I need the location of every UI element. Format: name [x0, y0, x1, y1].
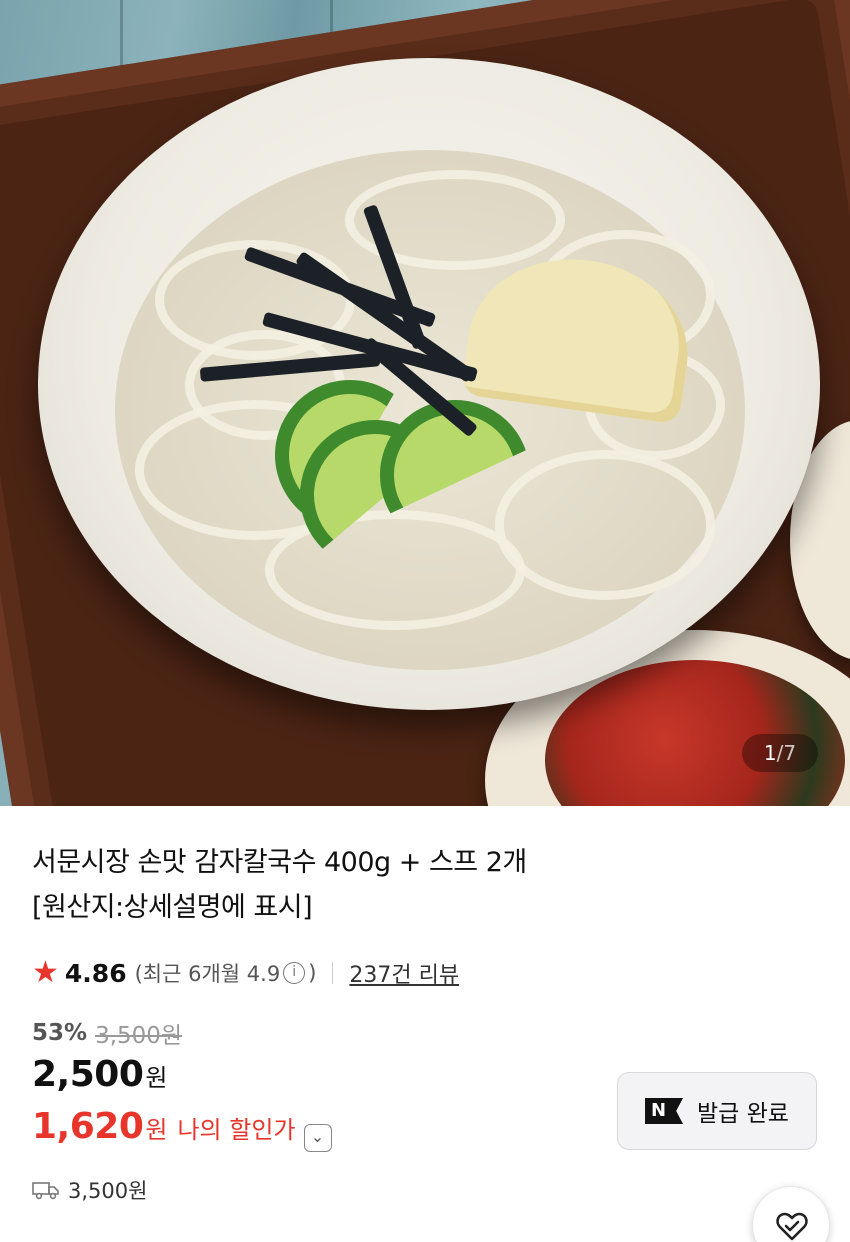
product-title-line1: 서문시장 손맛 감자칼국수 400g + 스프 2개	[32, 847, 527, 878]
my-price-currency: 원	[145, 1116, 168, 1144]
pager-total: 7	[783, 741, 797, 765]
shipping-row: 3,500원	[32, 1175, 147, 1205]
rating-score: 4.86	[64, 958, 127, 988]
product-image[interactable]: 1/7	[0, 0, 850, 806]
truck-icon	[32, 1182, 59, 1200]
sale-price-currency: 원	[145, 1064, 168, 1092]
rating-row: ★ 4.86 (최근 6개월 4.9 i ) 237건 리뷰	[32, 955, 459, 991]
my-price-label: 나의 할인가	[177, 1116, 296, 1144]
product-title: 서문시장 손맛 감자칼국수 400g + 스프 2개 [원산지:상세설명에 표시…	[32, 840, 822, 930]
my-discount-price: 1,620	[32, 1106, 144, 1147]
favorite-button[interactable]	[752, 1186, 830, 1242]
coupon-issued-button[interactable]: N 발급 완료	[617, 1072, 817, 1150]
recent-rating-prefix: (최근 6개월 4.9	[134, 962, 281, 986]
heart-check-icon	[776, 1212, 808, 1241]
image-pager: 1/7	[742, 734, 818, 772]
seaweed-garnish	[199, 204, 500, 438]
product-title-line2: [원산지:상세설명에 표시]	[32, 892, 313, 923]
shipping-fee: 3,500원	[68, 1179, 148, 1203]
my-price-row: 1,620 원 나의 할인가 ⌄	[32, 1106, 332, 1152]
chevron-down-icon[interactable]: ⌄	[303, 1124, 332, 1152]
review-count-link[interactable]: 237건 리뷰	[349, 957, 459, 989]
coupon-label: 발급 완료	[697, 1101, 789, 1127]
discount-row: 53% 3,500원	[32, 1016, 182, 1050]
original-price: 3,500원	[95, 1023, 183, 1049]
star-icon: ★	[32, 955, 59, 990]
discount-rate: 53%	[32, 1020, 88, 1046]
sale-price: 2,500	[32, 1054, 144, 1095]
pager-current: 1	[763, 741, 777, 765]
divider	[332, 962, 334, 984]
recent-rating: (최근 6개월 4.9 i )	[135, 958, 317, 988]
info-icon[interactable]: i	[283, 962, 306, 984]
sale-price-row: 2,500 원	[32, 1054, 167, 1095]
naver-n-icon: N	[645, 1098, 684, 1124]
recent-rating-suffix: )	[308, 961, 317, 985]
